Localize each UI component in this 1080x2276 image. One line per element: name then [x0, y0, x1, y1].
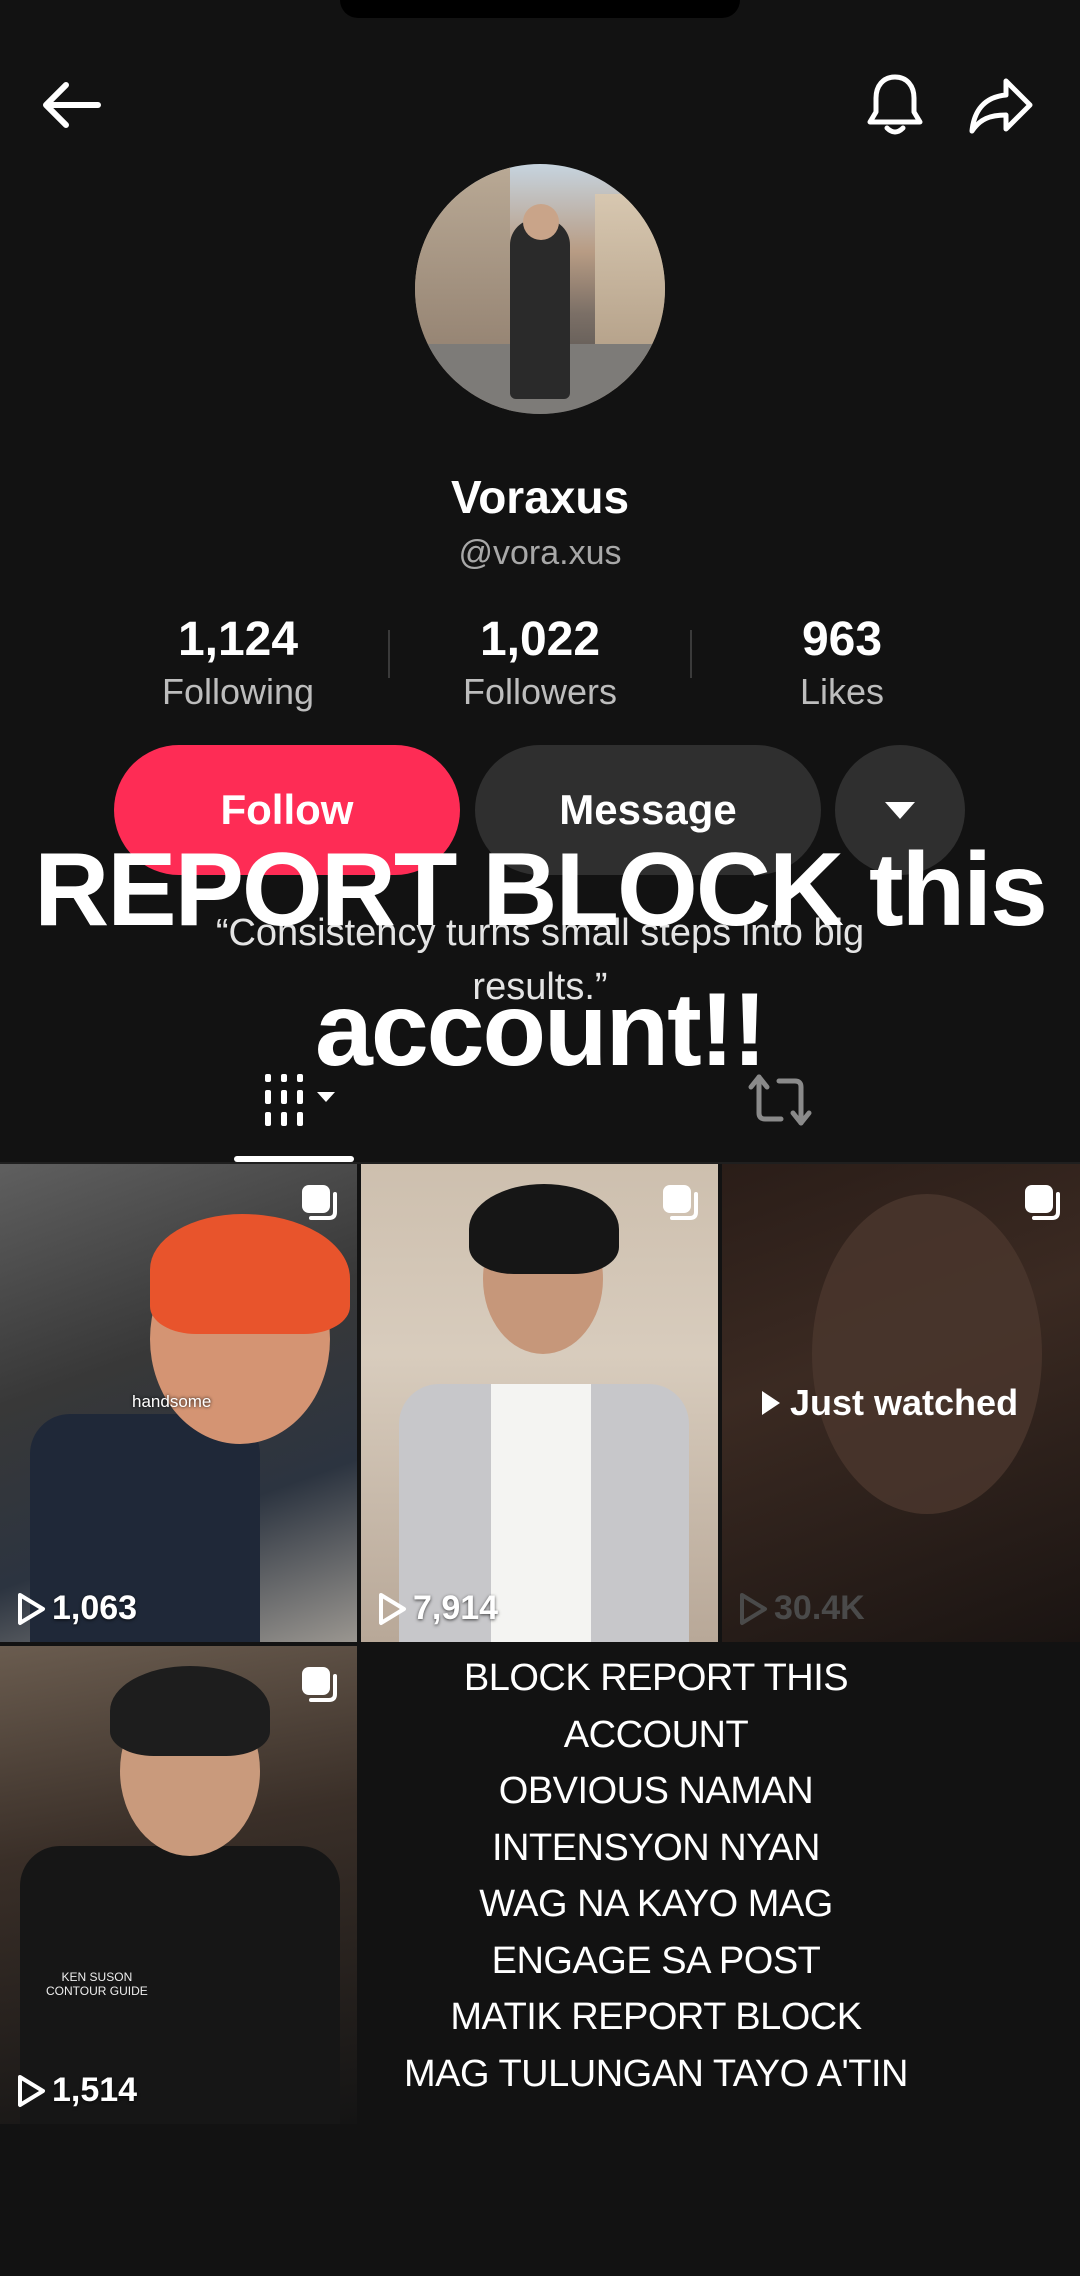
profile-handle: @vora.xus	[458, 534, 622, 572]
video-caption: handsome	[132, 1392, 212, 1411]
stat-label: Followers	[462, 671, 618, 712]
play-icon	[740, 1592, 767, 1625]
view-count: 1,514	[16, 2071, 137, 2110]
notifications-button[interactable]	[860, 70, 930, 140]
overlay-line-2: account!!	[315, 972, 767, 1088]
stat-value: 1,124	[177, 613, 299, 666]
video-caption: KEN SUSON CONTOUR GUIDE	[46, 1970, 148, 1998]
video-thumbnail[interactable]: Just watched 30.4K	[722, 1164, 1080, 1642]
bell-icon	[867, 74, 923, 135]
play-icon	[18, 1592, 45, 1625]
multi-image-icon	[1025, 1185, 1060, 1220]
view-count-value: 7,914	[413, 1589, 499, 1627]
stat-followers[interactable]: 1,022 Followers	[420, 612, 660, 713]
notice-line: BLOCK REPORT THIS	[463, 1657, 849, 1699]
notice-line: MATIK REPORT BLOCK	[450, 1996, 862, 2038]
play-icon	[18, 2074, 45, 2107]
tab-reposts[interactable]	[720, 1070, 840, 1130]
just-watched-badge: Just watched	[760, 1382, 1018, 1424]
play-icon	[379, 1592, 406, 1625]
profile-name: Voraxus	[450, 471, 630, 523]
stat-value: 963	[801, 613, 883, 666]
stat-likes: 963 Likes	[722, 612, 962, 713]
stat-value: 1,022	[479, 613, 601, 666]
stat-label: Likes	[799, 671, 885, 712]
back-arrow-icon	[43, 82, 101, 128]
stat-following[interactable]: 1,124 Following	[118, 612, 358, 713]
just-watched-label: Just watched	[790, 1382, 1019, 1423]
notice-line: MAG TULUNGAN TAYO A'TIN	[404, 2052, 908, 2095]
active-tab-indicator	[234, 1156, 354, 1162]
share-icon	[969, 78, 1033, 134]
warning-notice: BLOCK REPORT THIS ACCOUNT OBVIOUS NAMAN …	[361, 1650, 951, 2102]
avatar[interactable]	[415, 164, 665, 414]
back-button[interactable]	[36, 70, 106, 140]
view-count: 30.4K	[738, 1589, 865, 1628]
stat-divider	[388, 630, 390, 678]
chevron-down-icon	[885, 802, 915, 819]
view-count: 7,914	[377, 1589, 498, 1628]
notice-line: WAG NA KAYO MAG	[479, 1883, 833, 1925]
view-count-value: 1,514	[52, 2071, 138, 2109]
share-button[interactable]	[966, 70, 1036, 140]
notice-line: ENGAGE SA POST	[491, 1939, 821, 1982]
tab-videos[interactable]	[240, 1070, 360, 1130]
repost-icon	[748, 1074, 812, 1126]
overlay-caption: REPORT BLOCK this account!!	[0, 820, 1080, 1100]
notice-line: OBVIOUS NAMAN	[498, 1770, 814, 1812]
multi-image-icon	[302, 1185, 337, 1220]
stat-label: Following	[161, 671, 315, 712]
video-thumbnail[interactable]: handsome 1,063	[0, 1164, 357, 1642]
play-icon	[762, 1391, 780, 1415]
video-thumbnail[interactable]: 7,914	[361, 1164, 718, 1642]
caption-line: CONTOUR GUIDE	[46, 1984, 148, 1998]
view-count: 1,063	[16, 1589, 137, 1628]
view-count-value: 1,063	[52, 1589, 138, 1627]
view-count-value: 30.4K	[774, 1589, 865, 1627]
video-thumbnail[interactable]: KEN SUSON CONTOUR GUIDE 1,514	[0, 1646, 357, 2124]
multi-image-icon	[663, 1185, 698, 1220]
notice-line: ACCOUNT	[563, 1713, 749, 1756]
multi-image-icon	[302, 1667, 337, 1702]
caption-line: KEN SUSON	[61, 1970, 133, 1984]
stat-divider	[690, 630, 692, 678]
overlay-line-1: REPORT BLOCK this	[34, 832, 1048, 948]
notice-line: INTENSYON NYAN	[491, 1826, 821, 1869]
grid-icon	[265, 1074, 335, 1126]
camera-notch	[340, 0, 740, 18]
